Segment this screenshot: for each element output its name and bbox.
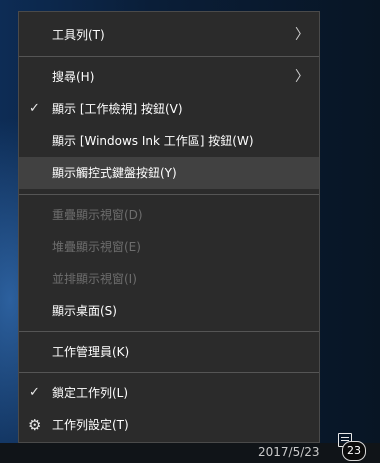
menu-item-label: 重疊顯示視窗(D) bbox=[52, 208, 143, 222]
menu-item-label: 並排顯示視窗(I) bbox=[52, 272, 137, 286]
taskbar-date[interactable]: 2017/5/23 bbox=[258, 443, 320, 461]
menu-item-show-touch-keyboard-button[interactable]: 顯示觸控式鍵盤按鈕(Y) bbox=[19, 157, 319, 189]
checkmark-icon: ✓ bbox=[29, 101, 40, 116]
menu-item-search[interactable]: 搜尋(H) 〉 bbox=[19, 61, 319, 93]
menu-separator bbox=[19, 56, 319, 57]
menu-item-label: 顯示桌面(S) bbox=[52, 304, 117, 318]
menu-item-show-desktop[interactable]: 顯示桌面(S) bbox=[19, 295, 319, 327]
menu-item-taskbar-settings[interactable]: ⚙ 工作列設定(T) bbox=[19, 409, 319, 441]
menu-item-show-task-view-button[interactable]: ✓ 顯示 [工作檢視] 按鈕(V) bbox=[19, 93, 319, 125]
menu-item-label: 顯示 [工作檢視] 按鈕(V) bbox=[52, 102, 183, 116]
menu-separator bbox=[19, 194, 319, 195]
menu-item-cascade-windows: 重疊顯示視窗(D) bbox=[19, 199, 319, 231]
menu-item-side-by-side-windows: 並排顯示視窗(I) bbox=[19, 263, 319, 295]
menu-item-label: 工具列(T) bbox=[52, 28, 105, 42]
checkmark-icon: ✓ bbox=[29, 385, 40, 400]
menu-item-label: 搜尋(H) bbox=[52, 70, 95, 84]
taskbar bbox=[0, 443, 380, 463]
menu-item-label: 顯示 [Windows Ink 工作區] 按鈕(W) bbox=[52, 134, 254, 148]
menu-item-toolbars[interactable]: 工具列(T) 〉 bbox=[19, 19, 319, 51]
taskbar-context-menu: 工具列(T) 〉 搜尋(H) 〉 ✓ 顯示 [工作檢視] 按鈕(V) 顯示 [W… bbox=[18, 11, 320, 443]
menu-item-label: 堆疊顯示視窗(E) bbox=[52, 240, 141, 254]
notification-count-badge[interactable]: 23 bbox=[342, 441, 366, 461]
menu-separator bbox=[19, 331, 319, 332]
menu-item-stack-windows: 堆疊顯示視窗(E) bbox=[19, 231, 319, 263]
menu-item-show-windows-ink-button[interactable]: 顯示 [Windows Ink 工作區] 按鈕(W) bbox=[19, 125, 319, 157]
menu-item-lock-taskbar[interactable]: ✓ 鎖定工作列(L) bbox=[19, 377, 319, 409]
menu-item-label: 工作管理員(K) bbox=[52, 345, 130, 359]
chevron-right-icon: 〉 bbox=[295, 69, 309, 85]
menu-separator bbox=[19, 372, 319, 373]
gear-icon: ⚙ bbox=[28, 416, 42, 434]
menu-item-label: 鎖定工作列(L) bbox=[52, 386, 129, 400]
menu-item-task-manager[interactable]: 工作管理員(K) bbox=[19, 336, 319, 368]
chevron-right-icon: 〉 bbox=[295, 27, 309, 43]
menu-item-label: 工作列設定(T) bbox=[52, 418, 129, 432]
menu-item-label: 顯示觸控式鍵盤按鈕(Y) bbox=[52, 166, 177, 180]
